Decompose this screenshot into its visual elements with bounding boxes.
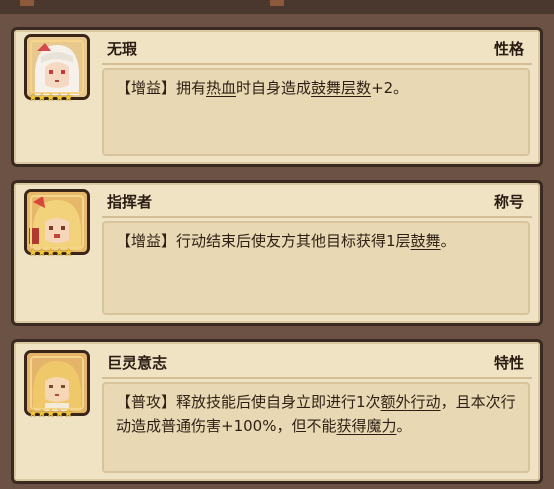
divider [102,63,532,65]
keyword-link[interactable]: 额外行动 [381,393,441,411]
top-bar-marker [20,0,34,6]
desc-text: 。 [396,417,412,435]
top-bar-marker [270,0,284,6]
star-rating: ★★★★★ [28,407,73,420]
desc-text: 【增益】行动结束后使友方其他目标获得1层 [116,232,411,250]
desc-text: +2。 [371,79,409,97]
trait-name: 巨灵意志 [107,354,168,372]
trait-category: 称号 [493,193,524,211]
divider [102,377,532,379]
trait-name: 指挥者 [107,193,153,211]
trait-description: 【增益】行动结束后使友方其他目标获得1层鼓舞。 [102,221,530,315]
desc-text: 【普攻】释放技能后使自身立即进行1次 [116,393,381,411]
star-rating: ★★★★★ [28,91,73,104]
desc-text: 【增益】拥有 [116,79,207,97]
desc-text: 时自身造成 [236,79,312,97]
trait-category: 特性 [493,354,524,372]
keyword-link[interactable]: 获得魔力 [336,417,396,435]
keyword-link[interactable]: 鼓舞 [411,232,441,250]
trait-category: 性格 [493,40,524,58]
trait-name: 无瑕 [107,40,138,58]
keyword-link[interactable]: 热血 [206,79,236,97]
desc-text: 。 [440,232,456,250]
top-bar [0,0,554,14]
trait-card-personality[interactable]: ★★★★★ 无瑕 性格 【增益】拥有热血时自身造成鼓舞层数+2。 [11,27,543,167]
star-rating: ★★★★★ [28,246,73,259]
trait-description: 【增益】拥有热血时自身造成鼓舞层数+2。 [102,68,530,156]
keyword-link[interactable]: 鼓舞层数 [311,79,371,97]
trait-card-title[interactable]: ★★★★★ 指挥者 称号 【增益】行动结束后使友方其他目标获得1层鼓舞。 [11,180,543,326]
trait-card-characteristic[interactable]: ★★★★★ 巨灵意志 特性 【普攻】释放技能后使自身立即进行1次额外行动，且本次… [11,339,543,484]
divider [102,216,532,218]
trait-description: 【普攻】释放技能后使自身立即进行1次额外行动，且本次行动造成普通伤害+100%，… [102,382,530,473]
